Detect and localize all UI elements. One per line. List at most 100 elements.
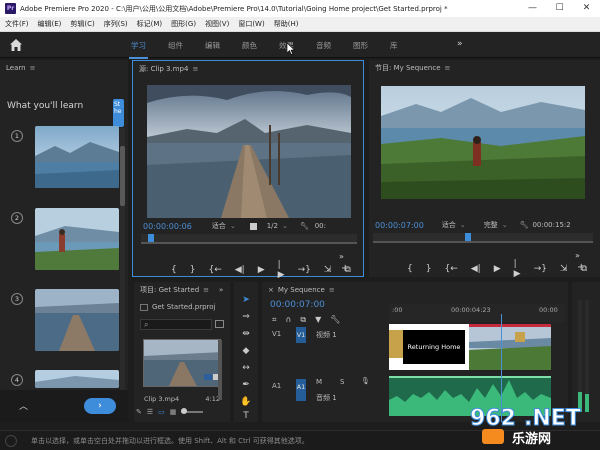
panel-menu-icon[interactable]: ≡ xyxy=(192,65,198,73)
source-patch-a1[interactable]: A1 xyxy=(296,379,306,401)
menu-edit[interactable]: 编辑(E) xyxy=(33,19,66,29)
program-monitor-title[interactable]: 节目: My Sequence xyxy=(375,63,441,73)
tab-assembly[interactable]: 组件 xyxy=(168,40,183,51)
chevron-up-icon[interactable]: ︿ xyxy=(19,399,28,412)
sequence-tab[interactable]: My Sequence xyxy=(278,286,325,294)
more-controls-icon[interactable]: » xyxy=(339,252,344,261)
tutorial-thumbnail[interactable] xyxy=(35,208,119,270)
chevron-down-icon[interactable]: ⌄ xyxy=(230,222,236,230)
learn-panel-title[interactable]: Learn xyxy=(6,64,26,72)
step-forward-button[interactable]: |▶ xyxy=(514,259,521,279)
track-label[interactable]: A1 xyxy=(272,382,281,390)
play-button[interactable]: ▶ xyxy=(494,264,501,274)
razor-tool-icon[interactable]: ◆ xyxy=(240,345,252,357)
source-patch-v1[interactable]: V1 xyxy=(296,327,306,343)
time-ruler[interactable]: :00 00:00:04:23 00:00 xyxy=(389,304,565,322)
track-label[interactable]: V1 xyxy=(272,330,281,338)
tutorial-thumbnail[interactable] xyxy=(35,289,119,351)
lift-button[interactable]: ⇲ xyxy=(560,264,568,274)
menu-window[interactable]: 窗口(W) xyxy=(233,19,268,29)
close-icon[interactable]: × xyxy=(268,286,274,294)
video-clip[interactable]: Returning Home xyxy=(389,324,469,370)
tab-editing[interactable]: 编辑 xyxy=(205,40,220,51)
ripple-edit-tool-icon[interactable]: ⇹ xyxy=(240,328,252,340)
settings-icon[interactable] xyxy=(249,222,257,230)
project-panel-title[interactable]: 项目: Get Started xyxy=(140,285,199,295)
tab-color[interactable]: 颜色 xyxy=(242,40,257,51)
step-back-button[interactable]: ◀| xyxy=(235,265,245,275)
tab-audio[interactable]: 音频 xyxy=(316,40,331,51)
add-button-icon[interactable]: + xyxy=(341,263,349,274)
source-video-frame[interactable] xyxy=(147,85,351,218)
more-panels-icon[interactable]: » xyxy=(219,286,223,294)
minimize-button[interactable]: — xyxy=(519,0,546,17)
program-timecode[interactable]: 00:00:07:00 xyxy=(375,221,424,230)
next-button[interactable]: › xyxy=(84,398,116,414)
hand-tool-icon[interactable]: ✋ xyxy=(240,396,252,408)
maximize-button[interactable]: ☐ xyxy=(546,0,573,17)
step-back-button[interactable]: ◀| xyxy=(471,264,481,274)
video-clip[interactable] xyxy=(469,324,551,370)
solo-button[interactable]: S xyxy=(340,378,344,386)
tutorial-thumbnail[interactable] xyxy=(35,370,119,388)
panel-menu-icon[interactable]: ≡ xyxy=(30,64,36,72)
panel-menu-icon[interactable]: ≡ xyxy=(445,64,451,72)
source-scrubber[interactable] xyxy=(141,234,357,244)
pencil-icon[interactable]: ✎ xyxy=(136,408,142,416)
mark-out-button[interactable]: } xyxy=(190,265,196,275)
zoom-slider[interactable] xyxy=(181,408,204,414)
go-to-in-button[interactable]: {← xyxy=(208,265,221,275)
step-forward-button[interactable]: |▶ xyxy=(278,260,285,280)
list-view-icon[interactable]: ☰ xyxy=(147,408,153,416)
type-tool-icon[interactable]: T xyxy=(240,410,252,422)
source-timecode[interactable]: 00:00:00:06 xyxy=(143,222,192,231)
go-to-out-button[interactable]: →} xyxy=(298,265,311,275)
go-to-out-button[interactable]: →} xyxy=(534,264,547,274)
insert-button[interactable]: ⇲ xyxy=(324,265,332,275)
program-video-frame[interactable] xyxy=(381,86,585,199)
close-button[interactable]: ✕ xyxy=(573,0,600,17)
go-to-in-button[interactable]: {← xyxy=(444,264,457,274)
menu-graphics[interactable]: 图形(G) xyxy=(166,19,200,29)
tab-libraries[interactable]: 库 xyxy=(390,40,398,51)
track-select-tool-icon[interactable]: ⇒ xyxy=(240,311,252,323)
freeform-view-icon[interactable]: ▦ xyxy=(170,408,177,416)
microphone-icon[interactable]: 🎙︎ xyxy=(361,377,370,385)
tab-graphics[interactable]: 图形 xyxy=(353,40,368,51)
menu-clip[interactable]: 剪辑(C) xyxy=(65,19,98,29)
add-button-icon[interactable]: + xyxy=(577,262,585,273)
play-button[interactable]: ▶ xyxy=(258,265,265,275)
source-monitor-title[interactable]: 源: Clip 3.mp4 xyxy=(139,64,188,74)
slip-tool-icon[interactable]: ↔ xyxy=(240,362,252,374)
mark-in-button[interactable]: { xyxy=(171,265,177,275)
wrench-icon[interactable]: 🔧︎ xyxy=(300,222,309,230)
mute-button[interactable]: M xyxy=(316,378,322,386)
wrench-icon[interactable]: 🔧︎ xyxy=(520,221,529,229)
icon-view-icon[interactable]: ▭ xyxy=(158,408,165,416)
mark-in-button[interactable]: { xyxy=(407,264,413,274)
clip-thumbnail[interactable] xyxy=(143,339,221,387)
more-controls-icon[interactable]: » xyxy=(575,251,580,260)
mark-out-button[interactable]: } xyxy=(426,264,432,274)
chevron-down-icon[interactable]: ⌄ xyxy=(282,222,288,230)
panel-menu-icon[interactable]: ≡ xyxy=(329,286,335,294)
source-resolution-dropdown[interactable]: 1/2 xyxy=(267,222,278,230)
more-workspaces-button[interactable]: » xyxy=(457,39,463,49)
tutorial-tooltip[interactable]: St he xyxy=(113,99,124,127)
panel-menu-icon[interactable]: ≡ xyxy=(203,286,209,294)
tutorial-thumbnail[interactable] xyxy=(35,126,119,188)
project-search-input[interactable]: ⌕ xyxy=(140,319,212,330)
chevron-down-icon[interactable]: ⌄ xyxy=(460,221,466,229)
project-scrollbar[interactable] xyxy=(218,340,222,400)
program-quality-dropdown[interactable]: 完整 xyxy=(484,220,498,230)
program-scrubber[interactable] xyxy=(373,233,593,243)
new-bin-icon[interactable] xyxy=(215,320,224,328)
learn-scrollbar[interactable] xyxy=(120,128,125,418)
selection-tool-icon[interactable]: ➤ xyxy=(240,294,252,306)
pen-tool-icon[interactable]: ✒ xyxy=(240,379,252,391)
menu-markers[interactable]: 标记(M) xyxy=(132,19,167,29)
home-icon[interactable] xyxy=(9,38,23,52)
tab-learning[interactable]: 学习 xyxy=(129,40,148,59)
playhead-marker[interactable] xyxy=(465,233,471,241)
title-clip[interactable]: Returning Home xyxy=(403,330,465,364)
